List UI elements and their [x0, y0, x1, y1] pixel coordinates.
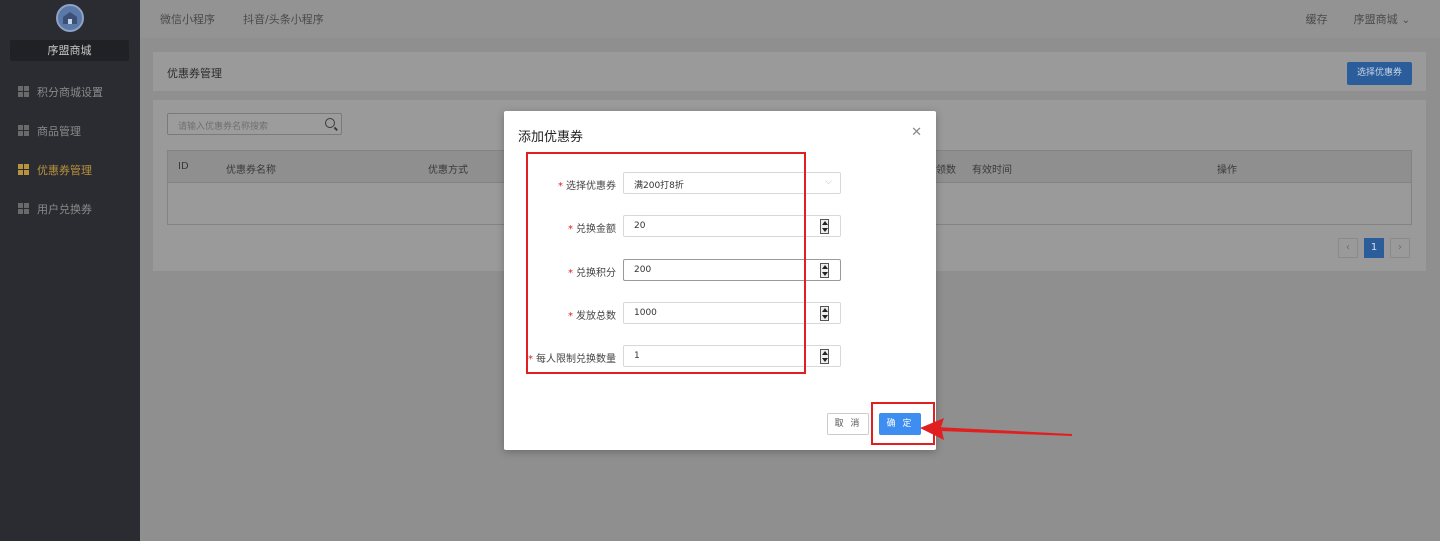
- annotation-arrow-icon: [920, 418, 1072, 440]
